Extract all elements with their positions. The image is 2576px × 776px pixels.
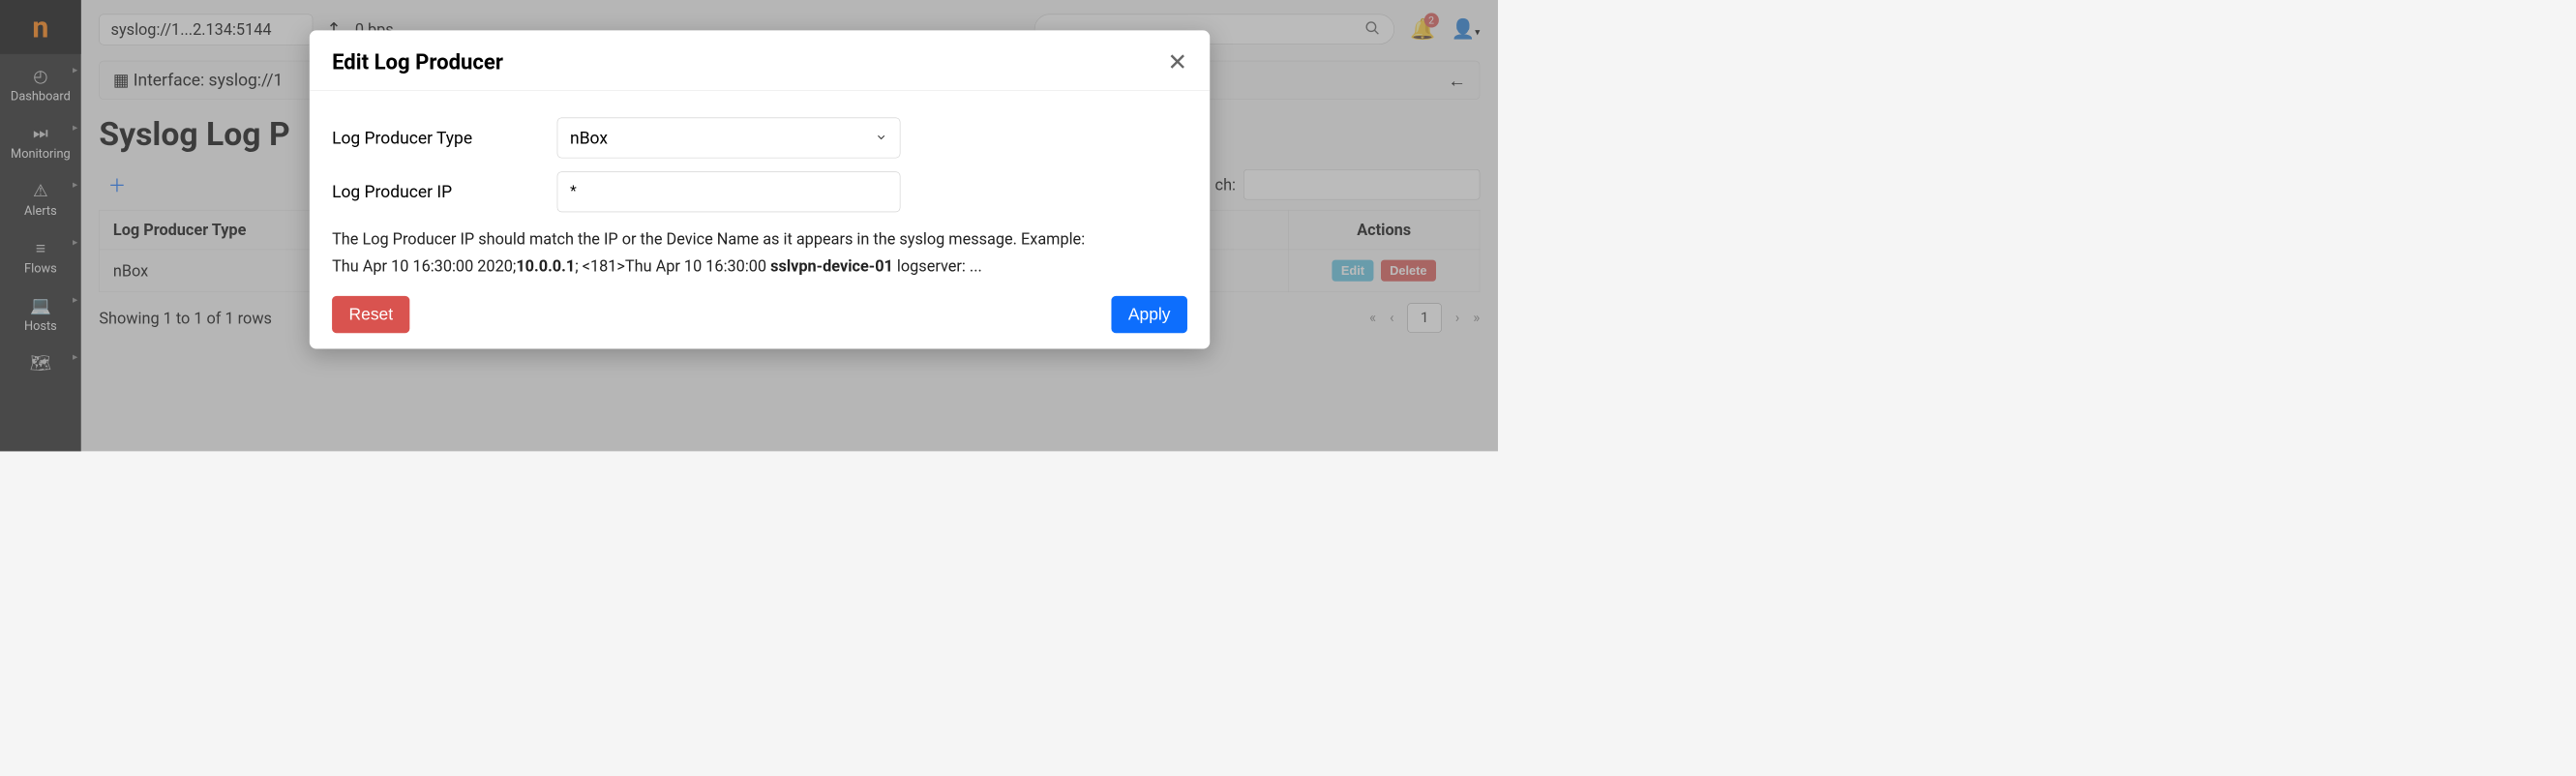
producer-ip-input[interactable] xyxy=(557,171,901,212)
chevron-down-icon xyxy=(875,128,887,147)
form-row-ip: Log Producer IP xyxy=(332,171,1187,212)
producer-type-select[interactable]: nBox xyxy=(557,118,901,159)
producer-ip-help: The Log Producer IP should match the IP … xyxy=(332,225,1187,279)
modal-footer: Reset Apply xyxy=(310,286,1210,349)
modal-body: Log Producer Type nBox Log Producer IP T… xyxy=(310,91,1210,286)
producer-type-label: Log Producer Type xyxy=(332,128,557,147)
close-icon[interactable]: ✕ xyxy=(1167,48,1186,76)
producer-ip-label: Log Producer IP xyxy=(332,182,557,201)
modal-header: Edit Log Producer ✕ xyxy=(310,30,1210,90)
edit-log-producer-modal: Edit Log Producer ✕ Log Producer Type nB… xyxy=(310,30,1210,348)
modal-title: Edit Log Producer xyxy=(332,50,503,75)
reset-button[interactable]: Reset xyxy=(332,296,409,333)
producer-type-value: nBox xyxy=(570,128,608,147)
apply-button[interactable]: Apply xyxy=(1111,296,1187,333)
form-row-type: Log Producer Type nBox xyxy=(332,118,1187,159)
